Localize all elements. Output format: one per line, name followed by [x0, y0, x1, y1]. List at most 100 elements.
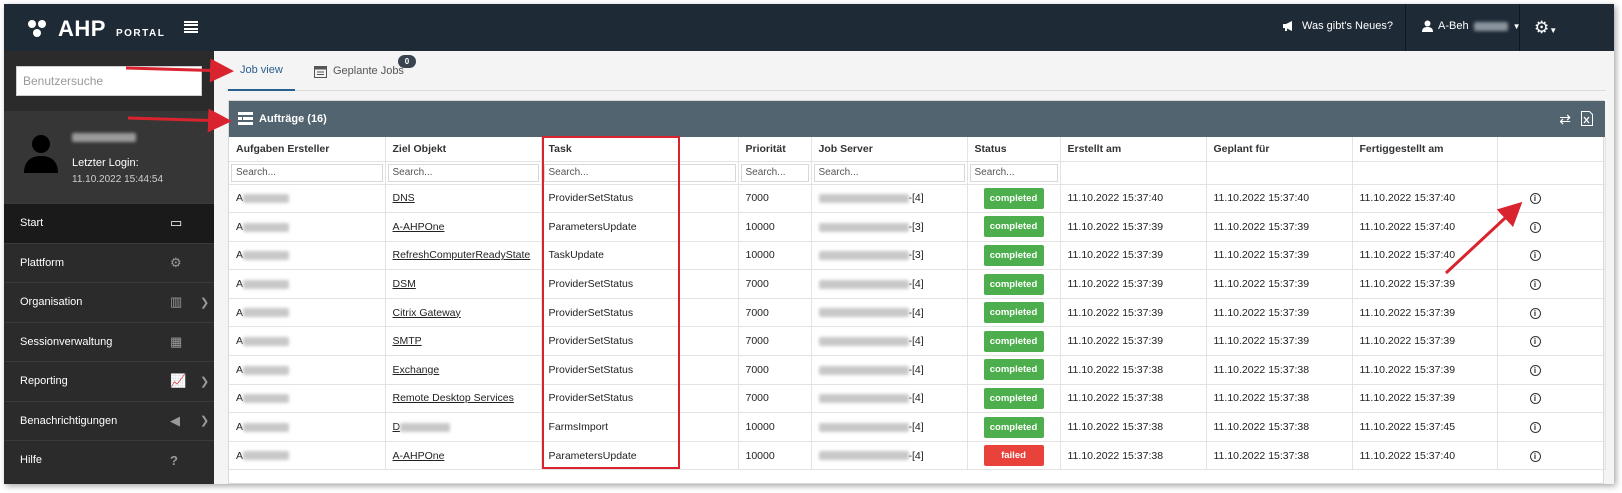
gear-icon[interactable]: ⚙▼	[1534, 18, 1557, 38]
news-button[interactable]: Was gibt's Neues?	[1282, 20, 1393, 32]
panel-title: Aufträge (16)	[259, 113, 327, 125]
user-name: A-Beh	[1438, 20, 1469, 32]
target-object-link[interactable]: DSM	[393, 278, 416, 290]
tab-job-view[interactable]: Job view	[228, 51, 295, 91]
info-icon[interactable]: i	[1529, 250, 1541, 262]
planned-cell: 11.10.2022 15:37:39	[1206, 241, 1353, 271]
blurred-server-name	[818, 394, 909, 404]
target-object-link[interactable]: A-AHPOne	[393, 221, 445, 233]
priority-search-input[interactable]	[740, 163, 809, 182]
user-search-input[interactable]	[16, 66, 202, 96]
action-cell: i	[1497, 412, 1606, 442]
table-row[interactable]: A Remote Desktop Services ProviderSetStatu…	[229, 384, 1606, 414]
target-object-link[interactable]: Citrix Gateway	[393, 307, 461, 319]
finished-cell: 11.10.2022 15:37:39	[1352, 326, 1498, 357]
target-object-link[interactable]: Exchange	[393, 364, 440, 376]
server-cell: -[4]	[811, 269, 968, 299]
info-icon[interactable]: i	[1529, 450, 1541, 462]
target-cell: Remote Desktop Services	[385, 384, 542, 414]
blurred-server-name	[818, 336, 909, 346]
planned-cell: 11.10.2022 15:37:38	[1206, 441, 1353, 471]
target-object-link[interactable]: Remote Desktop Services	[393, 392, 514, 404]
filter-row	[229, 161, 1606, 185]
target-object-link[interactable]: SMTP	[393, 335, 422, 347]
sidebar-item-benachrichtigungen[interactable]: Benachrichtigungen ◀ ❯	[4, 400, 214, 441]
info-icon[interactable]: i	[1529, 279, 1541, 291]
finished-cell: 11.10.2022 15:37:40	[1352, 184, 1498, 214]
info-icon[interactable]: i	[1529, 364, 1541, 376]
info-icon[interactable]: i	[1529, 422, 1541, 434]
column-header[interactable]: Erstellt am	[1060, 137, 1207, 162]
user-profile: Letzter Login: 11.10.2022 15:44:54	[4, 111, 214, 203]
table-row[interactable]: A SMTP ProviderSetStatus 7000 -[4] completed 1…	[229, 326, 1606, 357]
blurred-creator	[243, 394, 290, 404]
action-cell: i	[1497, 441, 1606, 471]
user-menu[interactable]: A-Beh ▼	[1422, 20, 1521, 32]
table-row[interactable]: A RefreshComputerReadyState TaskUpdate 1000…	[229, 241, 1606, 271]
refresh-icon[interactable]: ⇄	[1559, 111, 1571, 128]
creator-search-input[interactable]	[231, 163, 383, 182]
table-row[interactable]: A D FarmsImport 10000 -[4] completed 11.10.202…	[229, 412, 1606, 442]
priority-cell: 7000	[738, 269, 812, 299]
sidebar-item-reporting[interactable]: Reporting 📈 ❯	[4, 361, 214, 401]
finished-cell: 11.10.2022 15:37:39	[1352, 269, 1498, 299]
tab-bar: Job view Geplante Jobs 0	[226, 51, 1606, 91]
question-icon: ?	[170, 452, 178, 468]
logo[interactable]: AHP PORTAL	[28, 16, 165, 42]
column-header[interactable]: Geplant für	[1206, 137, 1353, 162]
target-object-link[interactable]: D	[393, 421, 401, 433]
table-row[interactable]: A DSM ProviderSetStatus 7000 -[4] completed 11…	[229, 269, 1606, 299]
created-cell: 11.10.2022 15:37:38	[1060, 441, 1207, 471]
column-header[interactable]: Aufgaben Ersteller	[229, 137, 386, 162]
table-row[interactable]: A A-AHPOne ParametersUpdate 10000 -[3] comple…	[229, 212, 1606, 242]
creator-cell: A	[229, 241, 386, 271]
column-header[interactable]: Ziel Objekt	[385, 137, 542, 162]
sidebar-item-plattform[interactable]: Plattform ⚙	[4, 242, 214, 283]
target-object-link[interactable]: RefreshComputerReadyState	[393, 249, 531, 261]
blurred-creator	[243, 336, 290, 346]
created-cell: 11.10.2022 15:37:39	[1060, 212, 1207, 242]
sidebar-item-sessionverwaltung[interactable]: Sessionverwaltung ▦	[4, 321, 214, 362]
target-object-link[interactable]: A-AHPOne	[393, 450, 445, 462]
sessions-icon: ▦	[170, 333, 183, 349]
megaphone-icon: ◀	[170, 412, 180, 428]
info-icon[interactable]: i	[1529, 393, 1541, 405]
target-search-input[interactable]	[387, 163, 539, 182]
table-row[interactable]: A Citrix Gateway ProviderSetStatus 7000 -[4]…	[229, 298, 1606, 328]
target-object-link[interactable]: DNS	[393, 192, 415, 204]
info-icon[interactable]: i	[1529, 193, 1541, 205]
finished-cell: 11.10.2022 15:37:39	[1352, 355, 1498, 385]
avatar	[24, 135, 58, 173]
server-search-input[interactable]	[813, 163, 965, 182]
table-row[interactable]: A DNS ProviderSetStatus 7000 -[4] completed 11…	[229, 184, 1606, 214]
status-badge: completed	[983, 187, 1044, 209]
sidebar-item-label: Sessionverwaltung	[20, 335, 113, 348]
info-icon[interactable]: i	[1529, 307, 1541, 319]
status-search-input[interactable]	[969, 163, 1058, 182]
priority-cell: 7000	[738, 184, 812, 214]
highlight-box-annotation	[542, 136, 680, 469]
sidebar-item-start[interactable]: Start ▭	[4, 203, 214, 243]
priority-cell: 7000	[738, 384, 812, 414]
priority-cell: 7000	[738, 298, 812, 328]
sidebar-item-hilfe[interactable]: Hilfe ?	[4, 440, 214, 480]
info-icon[interactable]: i	[1529, 221, 1541, 233]
sidebar-item-organisation[interactable]: Organisation ▥ ❯	[4, 282, 214, 322]
column-header[interactable]: Status	[967, 137, 1061, 162]
tab-geplante-jobs[interactable]: Geplante Jobs	[312, 51, 406, 91]
server-cell: -[4]	[811, 184, 968, 214]
column-header[interactable]: Priorität	[738, 137, 812, 162]
column-header[interactable]: Fertiggestellt am	[1352, 137, 1498, 162]
target-cell: RefreshComputerReadyState	[385, 241, 542, 271]
excel-export-icon[interactable]	[1581, 111, 1593, 126]
target-cell: A-AHPOne	[385, 441, 542, 471]
menu-toggle-icon[interactable]	[184, 21, 198, 33]
table-row[interactable]: A Exchange ProviderSetStatus 7000 -[4] comple…	[229, 355, 1606, 385]
info-icon[interactable]: i	[1529, 336, 1541, 348]
planned-cell: 11.10.2022 15:37:38	[1206, 412, 1353, 442]
table-row[interactable]: A A-AHPOne ParametersUpdate 10000 -[4] failed…	[229, 441, 1606, 471]
column-header[interactable]: Job Server	[811, 137, 968, 162]
status-badge: failed	[983, 445, 1044, 467]
status-badge: completed	[983, 387, 1044, 409]
created-cell: 11.10.2022 15:37:38	[1060, 384, 1207, 414]
